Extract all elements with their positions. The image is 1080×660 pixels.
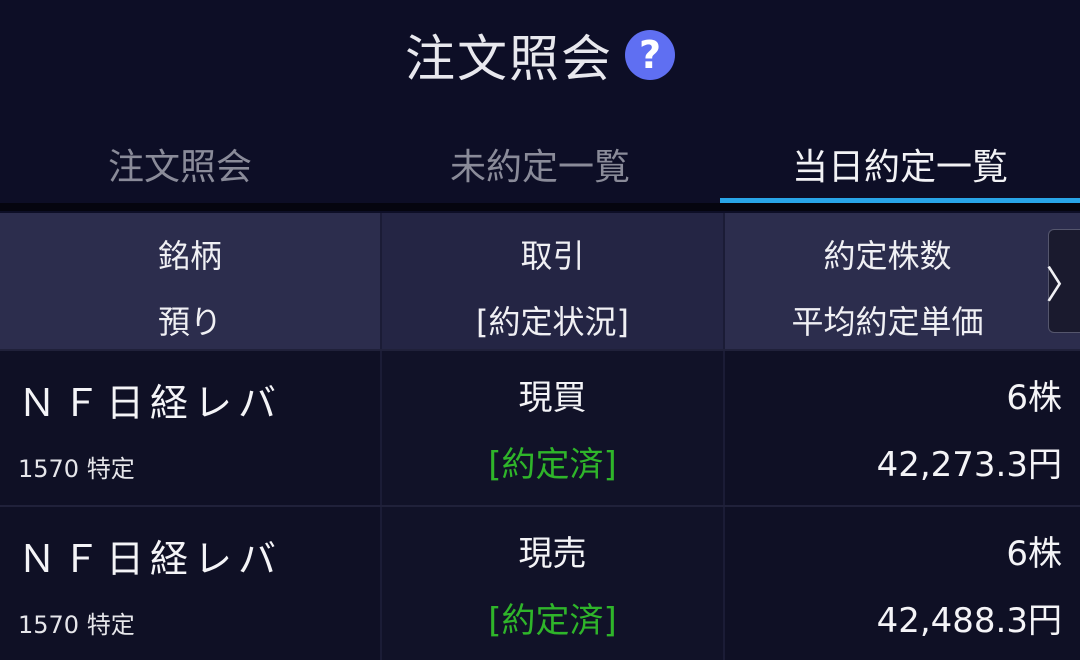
table-header: 銘柄 預り 取引 [約定状況] 約定株数 平均約定単価 〉 bbox=[0, 213, 1080, 349]
executed-quantity: 6株 bbox=[1006, 534, 1062, 574]
execution-cell: 6株 42,273.3円 bbox=[725, 351, 1080, 505]
execution-cell: 6株 42,488.3円 bbox=[725, 507, 1080, 660]
trade-cell: 現買 [約定済] bbox=[380, 351, 725, 505]
stock-code-account: 1570 特定 bbox=[18, 455, 135, 483]
column-label-custody: 預り bbox=[157, 303, 222, 341]
execution-status: [約定済] bbox=[488, 601, 617, 641]
stock-cell: ＮＦ日経レバ 1570 特定 bbox=[0, 351, 380, 505]
stock-cell: ＮＦ日経レバ 1570 特定 bbox=[0, 507, 380, 660]
stock-name: ＮＦ日経レバ bbox=[18, 537, 283, 581]
scroll-right-icon[interactable]: 〉 bbox=[1046, 229, 1080, 333]
header: 注文照会 ? bbox=[0, 0, 1080, 110]
page-title: 注文照会 bbox=[405, 30, 613, 88]
trade-type: 現売 bbox=[518, 534, 587, 574]
trade-cell: 現売 [約定済] bbox=[380, 507, 725, 660]
column-label-avg-price: 平均約定単価 bbox=[791, 303, 984, 341]
help-icon[interactable]: ? bbox=[625, 30, 675, 80]
average-price: 42,488.3円 bbox=[876, 601, 1062, 641]
column-label-quantity: 約定株数 bbox=[823, 237, 952, 275]
average-price: 42,273.3円 bbox=[876, 445, 1062, 485]
table-row[interactable]: ＮＦ日経レバ 1570 特定 現売 [約定済] 6株 42,488.3円 bbox=[0, 505, 1080, 660]
order-inquiry-screen: 注文照会 ? 注文照会 未約定一覧 当日約定一覧 銘柄 預り 取引 [約定状況]… bbox=[0, 0, 1080, 660]
tab-today-executions[interactable]: 当日約定一覧 bbox=[720, 125, 1080, 203]
trade-type: 現買 bbox=[518, 378, 587, 418]
column-header-execution: 約定株数 平均約定単価 bbox=[725, 213, 1050, 349]
table-row[interactable]: ＮＦ日経レバ 1570 特定 現買 [約定済] 6株 42,273.3円 bbox=[0, 349, 1080, 505]
column-header-trade: 取引 [約定状況] bbox=[380, 213, 725, 349]
stock-code-account: 1570 特定 bbox=[18, 611, 135, 639]
tab-bar: 注文照会 未約定一覧 当日約定一覧 bbox=[0, 125, 1080, 203]
tab-unexecuted-list[interactable]: 未約定一覧 bbox=[360, 125, 720, 203]
executed-quantity: 6株 bbox=[1006, 378, 1062, 418]
column-label-status: [約定状況] bbox=[476, 303, 629, 341]
tab-divider bbox=[0, 203, 1080, 211]
execution-status: [約定済] bbox=[488, 445, 617, 485]
stock-name: ＮＦ日経レバ bbox=[18, 381, 283, 425]
tab-order-inquiry[interactable]: 注文照会 bbox=[0, 125, 360, 203]
execution-list: ＮＦ日経レバ 1570 特定 現買 [約定済] 6株 42,273.3円 ＮＦ日… bbox=[0, 349, 1080, 660]
column-label-trade: 取引 bbox=[520, 237, 585, 275]
column-header-stock: 銘柄 預り bbox=[0, 213, 380, 349]
column-label-stock: 銘柄 bbox=[157, 237, 222, 275]
